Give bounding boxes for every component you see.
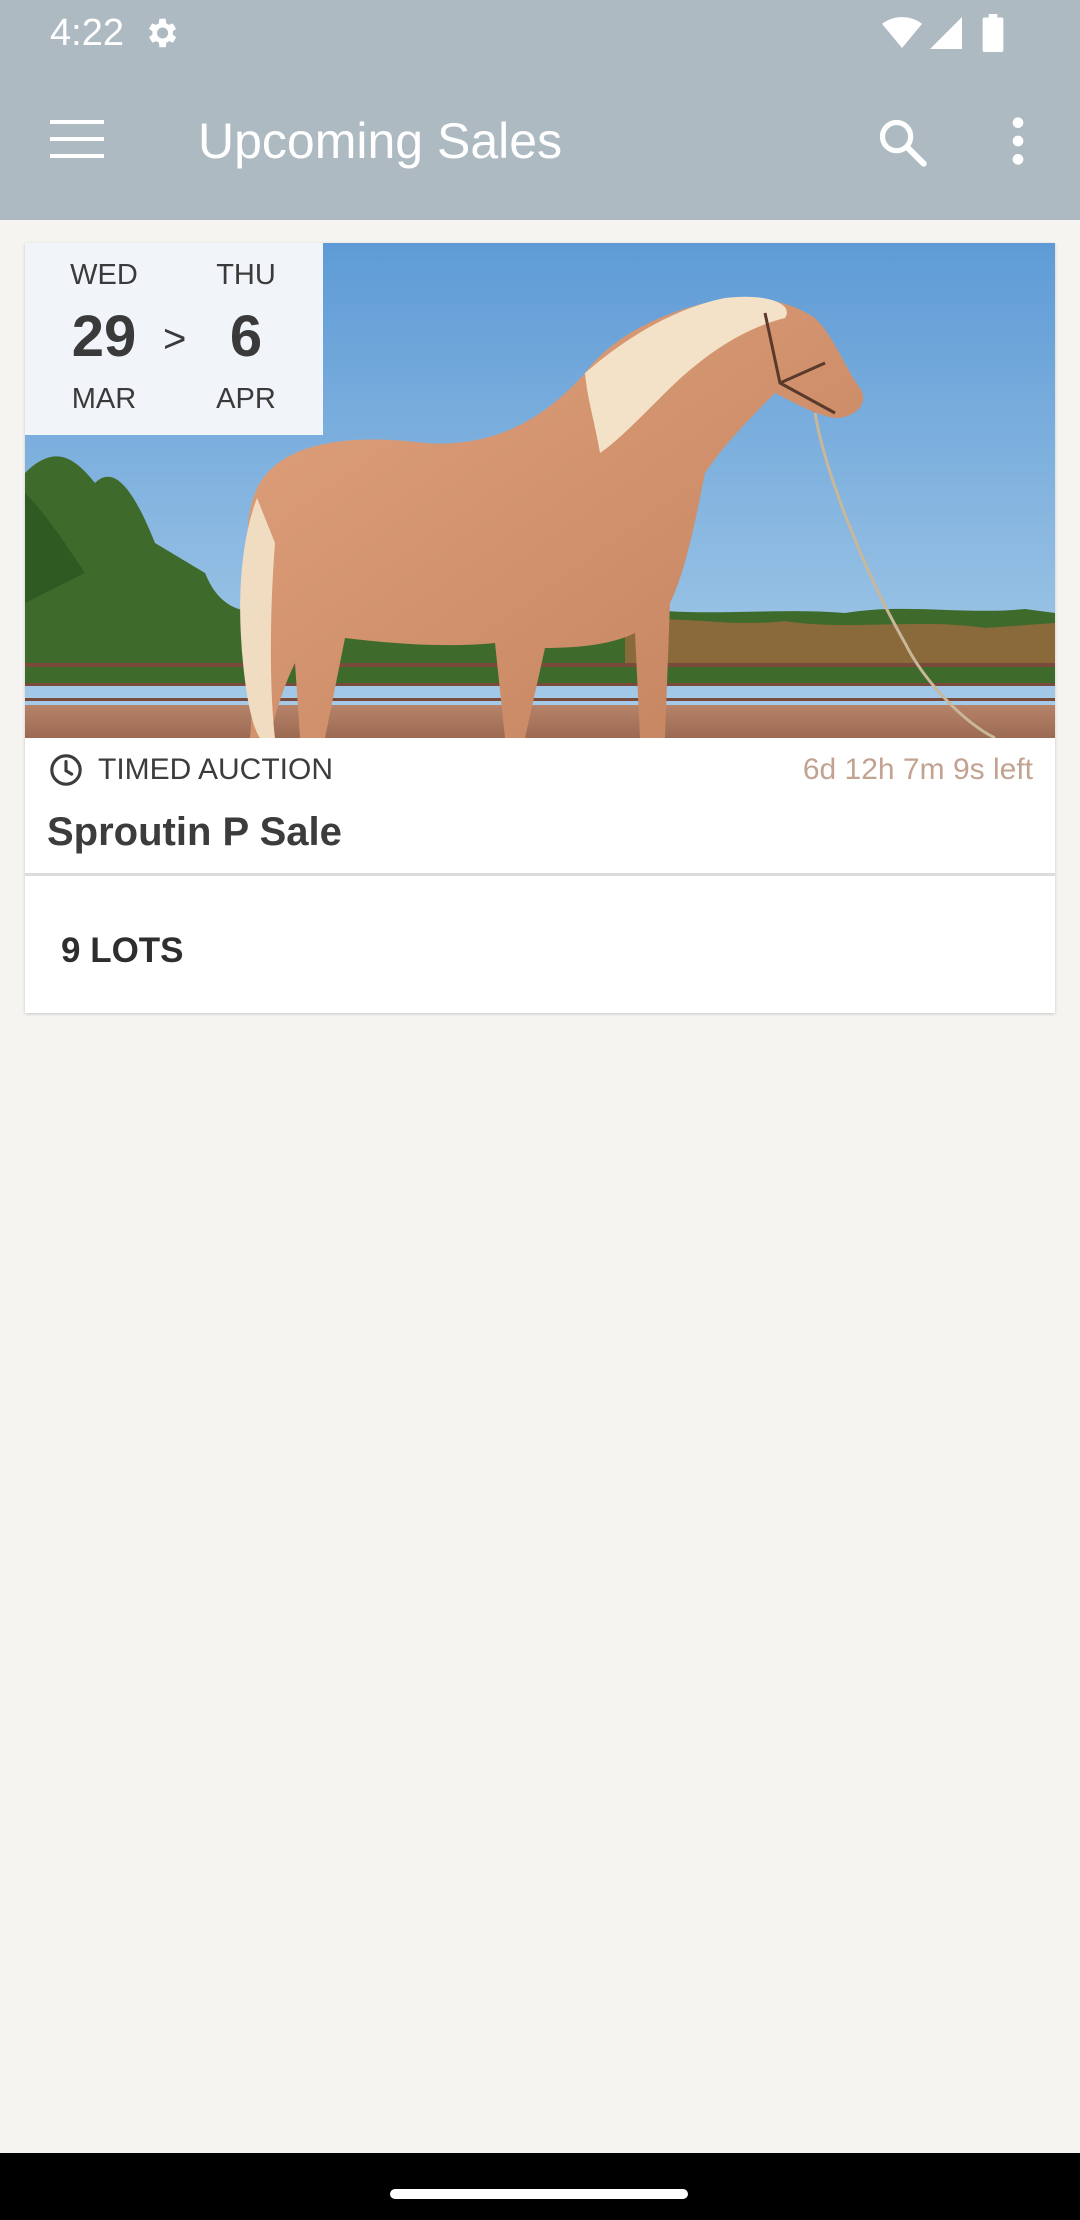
sale-card[interactable]: WED 29 MAR > THU 6 APR TIMED AUCTION 6d … xyxy=(25,243,1055,1013)
menu-icon[interactable] xyxy=(48,118,106,160)
page-title: Upcoming Sales xyxy=(198,113,563,169)
wifi-icon xyxy=(882,17,922,48)
lots-count[interactable]: 9 LOTS xyxy=(61,931,184,971)
sale-meta: TIMED AUCTION 6d 12h 7m 9s left xyxy=(25,738,1055,798)
time-left: 6d 12h 7m 9s left xyxy=(802,753,1033,786)
status-time: 4:22 xyxy=(50,12,124,54)
start-day-of-week: WED xyxy=(70,259,138,291)
status-bar: 4:22 xyxy=(0,0,1080,66)
sale-date-range: WED 29 MAR > THU 6 APR xyxy=(25,243,323,435)
end-month: APR xyxy=(216,383,276,415)
divider xyxy=(25,873,1055,876)
sale-type: TIMED AUCTION xyxy=(98,753,334,786)
signal-icon xyxy=(930,17,962,49)
app-bar: Upcoming Sales xyxy=(0,66,1080,220)
sale-name: Sproutin P Sale xyxy=(47,810,342,854)
home-gesture-handle[interactable] xyxy=(390,2189,688,2199)
end-day-of-week: THU xyxy=(216,259,276,291)
start-day: 29 xyxy=(71,304,137,369)
more-vert-icon[interactable] xyxy=(1006,116,1030,166)
system-nav-bar xyxy=(0,2153,1080,2220)
search-icon[interactable] xyxy=(876,116,928,168)
end-day: 6 xyxy=(229,304,263,369)
date-range-arrow: > xyxy=(163,317,187,361)
battery-icon xyxy=(982,14,1004,52)
start-month: MAR xyxy=(71,383,137,415)
settings-icon xyxy=(148,18,177,48)
clock-icon xyxy=(50,754,82,786)
